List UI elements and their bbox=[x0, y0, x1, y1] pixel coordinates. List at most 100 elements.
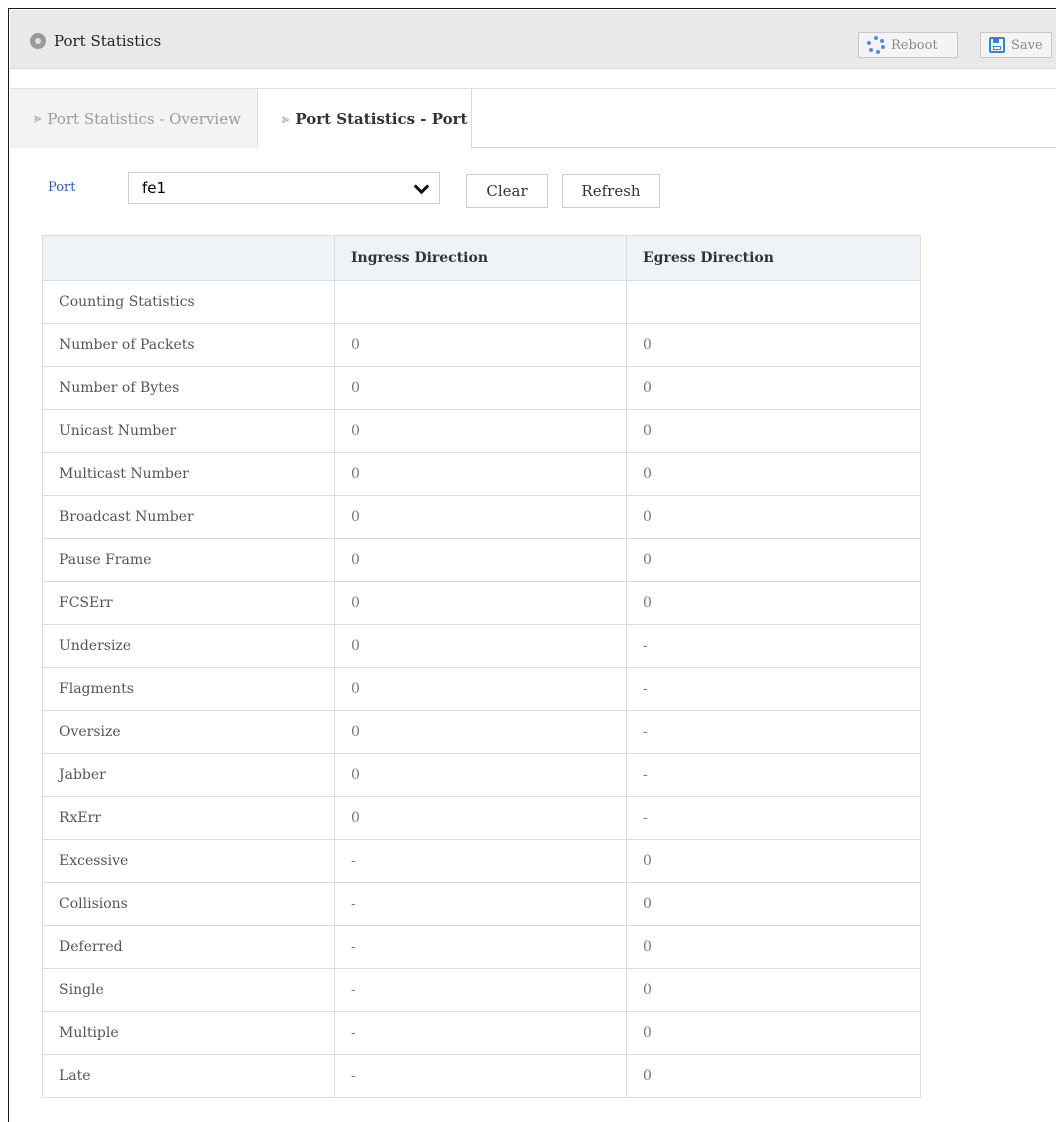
egress-value: 0 bbox=[626, 409, 921, 453]
row-label: Counting Statistics bbox=[42, 280, 335, 324]
table-row: Unicast Number 0 0 bbox=[42, 409, 921, 453]
ingress-value: 0 bbox=[334, 452, 627, 496]
row-label: Pause Frame bbox=[42, 538, 335, 582]
row-label: Broadcast Number bbox=[42, 495, 335, 539]
row-label: FCSErr bbox=[42, 581, 335, 625]
tab-port-statistics-port[interactable]: ⪢ Port Statistics - Port bbox=[258, 89, 472, 149]
column-header-egress: Egress Direction bbox=[626, 235, 921, 281]
statistics-table: Ingress Direction Egress Direction Count… bbox=[42, 235, 921, 1098]
egress-value: 0 bbox=[626, 452, 921, 496]
ingress-value: 0 bbox=[334, 581, 627, 625]
egress-value: - bbox=[626, 667, 921, 711]
egress-value: 0 bbox=[626, 1054, 921, 1098]
port-select[interactable]: fe1 bbox=[128, 172, 440, 204]
table-row: Number of Packets 0 0 bbox=[42, 323, 921, 367]
row-label: Single bbox=[42, 968, 335, 1012]
row-label: Unicast Number bbox=[42, 409, 335, 453]
tab-label: Port Statistics - Port bbox=[295, 110, 468, 128]
ingress-value: 0 bbox=[334, 409, 627, 453]
table-row: Excessive -0 bbox=[42, 839, 921, 883]
ingress-value: 0 bbox=[334, 667, 627, 711]
chevron-right-icon: ⪢ bbox=[282, 111, 290, 127]
table-row: Single -0 bbox=[42, 968, 921, 1012]
chevron-down-icon bbox=[413, 178, 430, 195]
egress-value: 0 bbox=[626, 323, 921, 367]
ingress-value: - bbox=[334, 882, 627, 926]
clear-button[interactable]: Clear bbox=[466, 174, 548, 208]
row-label: RxErr bbox=[42, 796, 335, 840]
ingress-value: 0 bbox=[334, 538, 627, 582]
table-row: Late -0 bbox=[42, 1054, 921, 1098]
row-label: Oversize bbox=[42, 710, 335, 754]
tab-bar: ⪢ Port Statistics - Overview ⪢ Port Stat… bbox=[10, 88, 1056, 149]
row-label: Excessive bbox=[42, 839, 335, 883]
ingress-value: - bbox=[334, 839, 627, 883]
table-header-row: Ingress Direction Egress Direction bbox=[42, 235, 921, 281]
circle-icon bbox=[30, 33, 46, 49]
egress-value: 0 bbox=[626, 1011, 921, 1055]
table-row: Flagments 0- bbox=[42, 667, 921, 711]
ingress-value: 0 bbox=[334, 366, 627, 410]
row-label: Number of Bytes bbox=[42, 366, 335, 410]
ingress-value: 0 bbox=[334, 495, 627, 539]
ingress-value: 0 bbox=[334, 710, 627, 754]
table-row: Multiple -0 bbox=[42, 1011, 921, 1055]
ingress-value: 0 bbox=[334, 624, 627, 668]
row-label: Deferred bbox=[42, 925, 335, 969]
save-button[interactable]: Save bbox=[980, 32, 1052, 58]
table-row: Oversize 0- bbox=[42, 710, 921, 754]
table-row: Multicast Number 0 0 bbox=[42, 452, 921, 496]
table-row: Undersize 0- bbox=[42, 624, 921, 668]
egress-value: - bbox=[626, 796, 921, 840]
column-header-ingress: Ingress Direction bbox=[334, 235, 627, 281]
refresh-button[interactable]: Refresh bbox=[562, 174, 660, 208]
ingress-value: 0 bbox=[334, 796, 627, 840]
egress-value: 0 bbox=[626, 581, 921, 625]
save-label: Save bbox=[1011, 37, 1043, 53]
egress-value: 0 bbox=[626, 839, 921, 883]
row-label: Number of Packets bbox=[42, 323, 335, 367]
port-label: Port bbox=[48, 180, 76, 195]
row-label: Multicast Number bbox=[42, 452, 335, 496]
egress-value: - bbox=[626, 753, 921, 797]
spinner-icon bbox=[867, 36, 885, 54]
page-title: Port Statistics bbox=[54, 32, 162, 50]
row-label: Late bbox=[42, 1054, 335, 1098]
column-header-name bbox=[42, 235, 335, 281]
tab-port-statistics-overview[interactable]: ⪢ Port Statistics - Overview bbox=[10, 89, 258, 148]
table-row: Broadcast Number 0 0 bbox=[42, 495, 921, 539]
table-row: Pause Frame 0 0 bbox=[42, 538, 921, 582]
row-label: Collisions bbox=[42, 882, 335, 926]
egress-value: 0 bbox=[626, 968, 921, 1012]
row-label: Multiple bbox=[42, 1011, 335, 1055]
ingress-value: - bbox=[334, 968, 627, 1012]
table-row: Counting Statistics bbox=[42, 280, 921, 324]
egress-value: 0 bbox=[626, 495, 921, 539]
ingress-value: 0 bbox=[334, 323, 627, 367]
egress-value: 0 bbox=[626, 366, 921, 410]
table-row: Deferred -0 bbox=[42, 925, 921, 969]
row-label: Undersize bbox=[42, 624, 335, 668]
egress-value: - bbox=[626, 710, 921, 754]
title-bar: Port Statistics Reboot Save bbox=[10, 10, 1056, 69]
table-row: FCSErr 0 0 bbox=[42, 581, 921, 625]
egress-value: - bbox=[626, 624, 921, 668]
egress-value: 0 bbox=[626, 538, 921, 582]
ingress-value: - bbox=[334, 1011, 627, 1055]
egress-value: 0 bbox=[626, 882, 921, 926]
egress-value: 0 bbox=[626, 925, 921, 969]
table-row: RxErr 0- bbox=[42, 796, 921, 840]
ingress-value bbox=[334, 280, 627, 324]
chevron-right-icon: ⪢ bbox=[34, 111, 42, 126]
row-label: Flagments bbox=[42, 667, 335, 711]
tab-label: Port Statistics - Overview bbox=[47, 109, 241, 128]
ingress-value: 0 bbox=[334, 753, 627, 797]
table-row: Number of Bytes 0 0 bbox=[42, 366, 921, 410]
reboot-label: Reboot bbox=[891, 37, 938, 53]
egress-value bbox=[626, 280, 921, 324]
row-label: Jabber bbox=[42, 753, 335, 797]
floppy-disk-icon bbox=[989, 37, 1005, 53]
reboot-button[interactable]: Reboot bbox=[858, 32, 958, 58]
ingress-value: - bbox=[334, 1054, 627, 1098]
ingress-value: - bbox=[334, 925, 627, 969]
